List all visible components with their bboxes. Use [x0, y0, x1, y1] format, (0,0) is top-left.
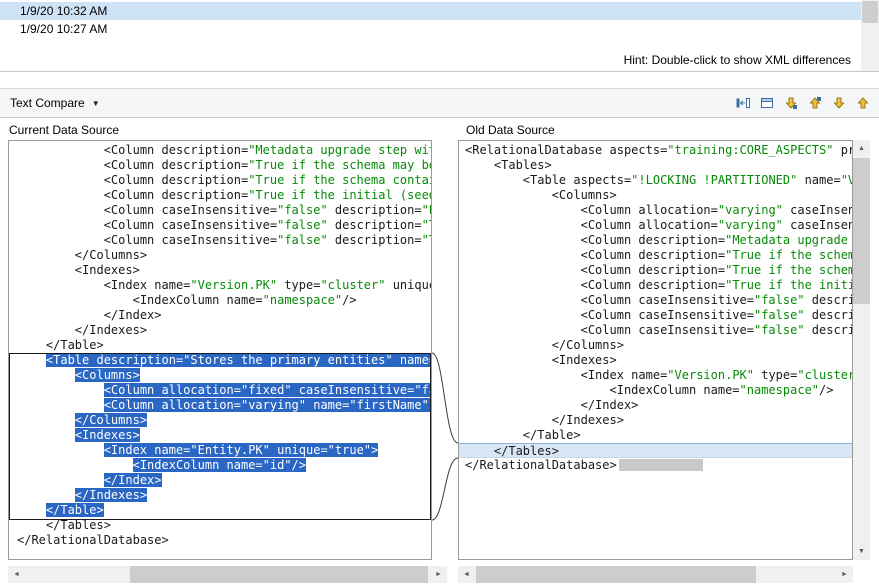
code-line: <Column caseInsensitive="false" descript…: [465, 323, 852, 338]
code-line: </RelationalDatabase>: [17, 533, 431, 548]
code-line: <Column description="True if the schema …: [17, 158, 431, 173]
code-line: <Index name="Version.PK" type="cluster" …: [17, 278, 431, 293]
code-line: </Columns>: [17, 248, 431, 263]
code-line: <IndexColumn name="namespace"/>: [17, 293, 431, 308]
code-line: <Column description="True if the schema …: [17, 173, 431, 188]
diff-connector-lines: [432, 140, 458, 560]
code-line: <Indexes>: [17, 428, 431, 443]
code-line: <Index name="Entity.PK" unique="true">: [17, 443, 431, 458]
code-line: </Tables>: [459, 443, 852, 458]
horizontal-scrollbar-thumb[interactable]: [130, 566, 428, 583]
chevron-down-icon: ▼: [92, 99, 100, 108]
code-line: <IndexColumn name="id"/>: [17, 458, 431, 473]
scroll-left-arrow-icon[interactable]: ◄: [458, 566, 475, 583]
left-pane-title: Current Data Source: [9, 123, 119, 137]
code-line: <Column allocation="varying" caseInsensi…: [465, 218, 852, 233]
code-line: </Table>: [17, 503, 431, 518]
diff-insertion-marker: [619, 459, 703, 471]
history-vertical-scrollbar[interactable]: [861, 0, 879, 71]
code-line: <Column description="True if the initial…: [465, 278, 852, 293]
right-code-pane[interactable]: <RelationalDatabase aspects="training:CO…: [458, 140, 853, 560]
code-line: <Columns>: [17, 368, 431, 383]
code-line: <Column description="True if the schema …: [465, 248, 852, 263]
history-rows: 1/9/20 10:32 AM1/9/20 10:27 AM: [0, 2, 861, 38]
code-line: </Index>: [17, 473, 431, 488]
code-line: </Index>: [17, 308, 431, 323]
history-row[interactable]: 1/9/20 10:27 AM: [0, 20, 861, 38]
compare-viewer-header: Text Compare ▼: [0, 88, 879, 118]
history-row[interactable]: 1/9/20 10:32 AM: [0, 2, 861, 20]
code-line: </Indexes>: [17, 323, 431, 338]
next-change-icon[interactable]: [828, 93, 849, 114]
scroll-up-arrow-icon[interactable]: ▲: [853, 140, 870, 157]
code-line: <Indexes>: [465, 353, 852, 368]
code-line: <Tables>: [465, 158, 852, 173]
code-line: <Column description="Metadata upgrade st…: [17, 143, 431, 158]
code-line: <Column allocation="varying" name="first…: [17, 398, 431, 413]
code-line: </Indexes>: [465, 413, 852, 428]
code-line: <Column description="Metadata upgrade st…: [465, 233, 852, 248]
code-line: </RelationalDatabase>: [465, 458, 852, 473]
code-line: <Column description="True if the schema …: [465, 263, 852, 278]
code-line: <Table description="Stores the primary e…: [17, 353, 431, 368]
scroll-down-arrow-icon[interactable]: ▼: [853, 543, 870, 560]
next-difference-icon[interactable]: [780, 93, 801, 114]
version-history-list[interactable]: 1/9/20 10:32 AM1/9/20 10:27 AM Hint: Dou…: [0, 0, 861, 71]
hint-text: Hint: Double-click to show XML differenc…: [624, 53, 851, 67]
code-line: <Column allocation="fixed" caseInsensiti…: [17, 383, 431, 398]
code-line: <RelationalDatabase aspects="training:CO…: [465, 143, 852, 158]
code-line: </Indexes>: [17, 488, 431, 503]
left-pane-horizontal-scrollbar[interactable]: ◄ ►: [8, 566, 447, 583]
right-pane-vertical-scrollbar[interactable]: ▲ ▼: [853, 140, 870, 560]
swap-left-and-right-icon[interactable]: [732, 93, 753, 114]
right-pane-horizontal-scrollbar[interactable]: ◄ ►: [458, 566, 853, 583]
code-line: <Columns>: [465, 188, 852, 203]
left-code-pane[interactable]: <Column description="Metadata upgrade st…: [8, 140, 432, 560]
scroll-left-arrow-icon[interactable]: ◄: [8, 566, 25, 583]
code-line: </Columns>: [465, 338, 852, 353]
code-line: <Table aspects="!LOCKING !PARTITIONED" n…: [465, 173, 852, 188]
compare-editor: 1/9/20 10:32 AM1/9/20 10:27 AM Hint: Dou…: [0, 0, 879, 584]
code-line: </Tables>: [17, 518, 431, 533]
code-line: <Index name="Version.PK" type="cluster" …: [465, 368, 852, 383]
compare-toolbar: [732, 93, 873, 114]
code-line: <Column caseInsensitive="false" descript…: [465, 293, 852, 308]
show-ancestor-pane-icon[interactable]: [756, 93, 777, 114]
code-line: <Column caseInsensitive="false" descript…: [465, 308, 852, 323]
code-line: <Column caseInsensitive="false" descript…: [17, 233, 431, 248]
code-line: <IndexColumn name="namespace"/>: [465, 383, 852, 398]
code-line: <Column caseInsensitive="false" descript…: [17, 203, 431, 218]
previous-change-icon[interactable]: [852, 93, 873, 114]
right-pane-title: Old Data Source: [466, 123, 555, 137]
code-line: <Indexes>: [17, 263, 431, 278]
code-line: <Column caseInsensitive="false" descript…: [17, 218, 431, 233]
code-line: </Columns>: [17, 413, 431, 428]
code-line: </Index>: [465, 398, 852, 413]
code-line: <Column description="True if the initial…: [17, 188, 431, 203]
text-compare-menu[interactable]: Text Compare ▼: [10, 96, 100, 110]
scroll-right-arrow-icon[interactable]: ►: [836, 566, 853, 583]
vertical-scrollbar-thumb[interactable]: [853, 158, 870, 304]
scroll-right-arrow-icon[interactable]: ►: [430, 566, 447, 583]
previous-difference-icon[interactable]: [804, 93, 825, 114]
code-line: </Table>: [465, 428, 852, 443]
section-divider: [0, 71, 879, 72]
text-compare-title: Text Compare: [10, 96, 85, 110]
history-scrollbar-thumb[interactable]: [862, 1, 878, 23]
code-line: <Column allocation="varying" caseInsensi…: [465, 203, 852, 218]
code-line: </Table>: [17, 338, 431, 353]
horizontal-scrollbar-thumb[interactable]: [476, 566, 756, 583]
